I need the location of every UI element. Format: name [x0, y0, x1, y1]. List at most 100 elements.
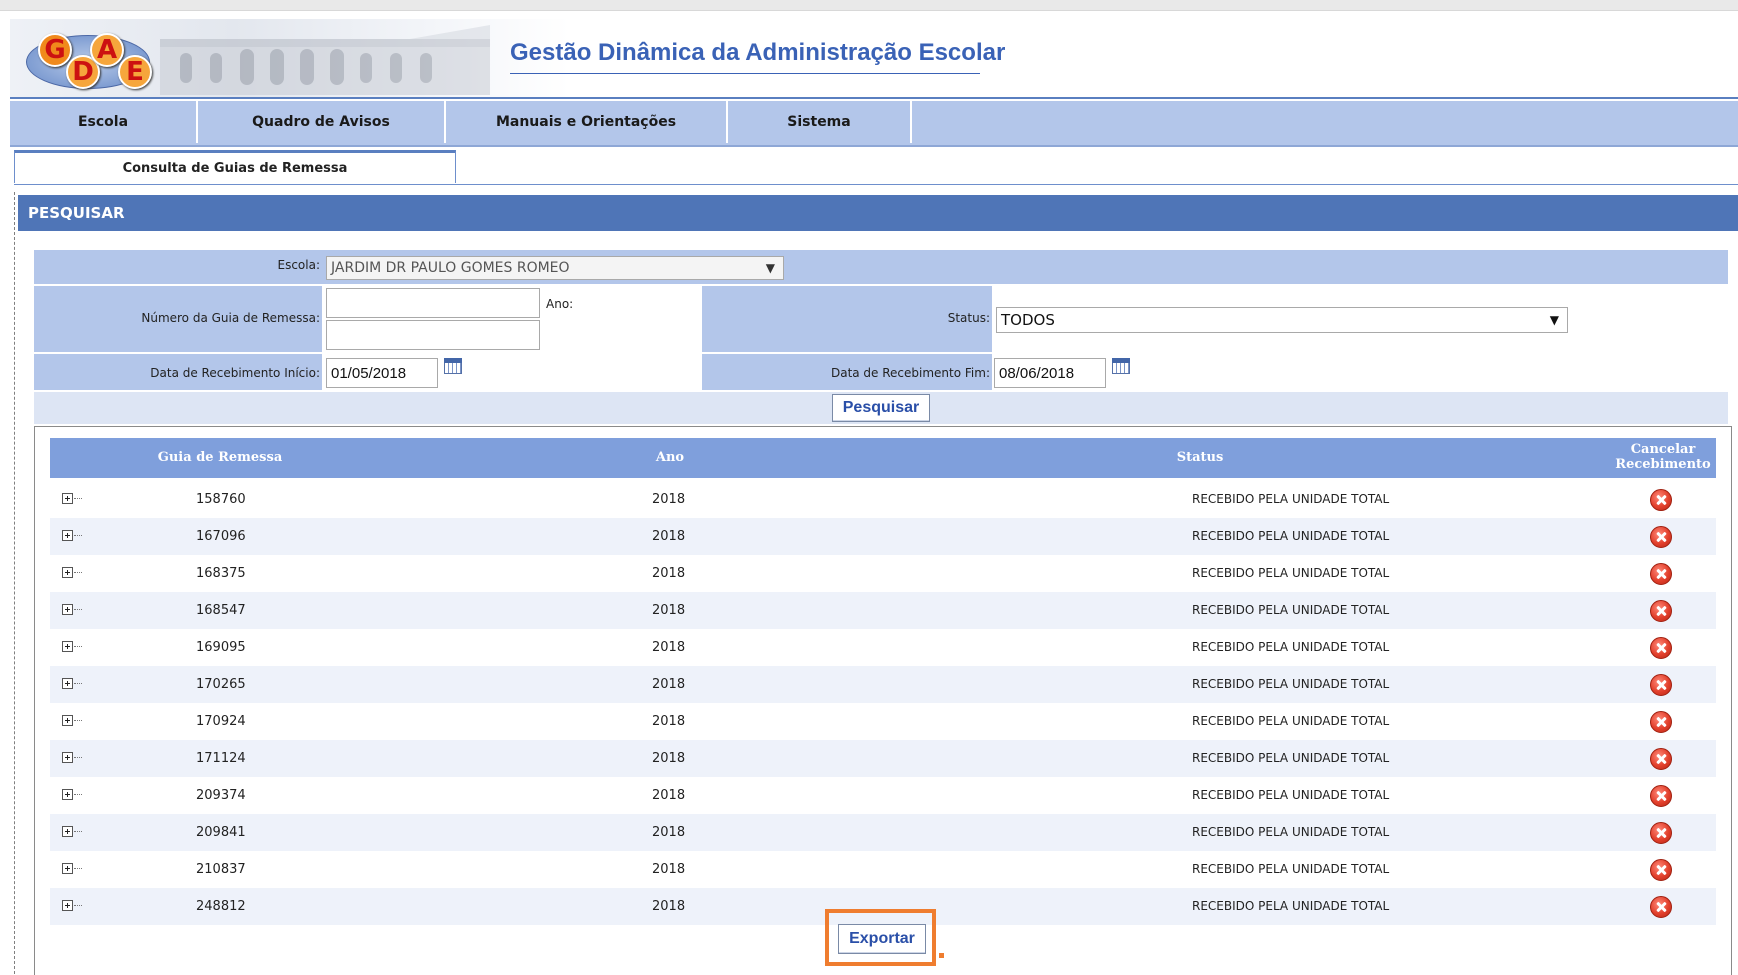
table-row: 167096 2018 RECEBIDO PELA UNIDADE TOTAL	[50, 518, 1716, 555]
escola-select-value: JARDIM DR PAULO GOMES ROMEO	[331, 260, 570, 276]
status-select-value: TODOS	[1001, 311, 1055, 329]
cancel-x-icon[interactable]	[1650, 785, 1672, 807]
cell-ano: 2018	[652, 714, 686, 729]
expand-plus-icon[interactable]	[62, 493, 73, 504]
col-header-cancelar-line2: Recebimento	[1615, 457, 1711, 472]
tab-strip: Consulta de Guias de Remessa	[14, 150, 1738, 185]
chevron-down-icon: ▼	[1549, 313, 1559, 327]
cell-ano: 2018	[652, 640, 686, 655]
cell-status: RECEBIDO PELA UNIDADE TOTAL	[1192, 825, 1390, 839]
calendar-icon[interactable]	[444, 358, 462, 374]
col-header-status: Status	[1176, 450, 1224, 465]
tree-connector	[74, 757, 82, 758]
exportar-button[interactable]: Exportar	[838, 924, 926, 954]
ano-label: Ano:	[546, 297, 574, 311]
tree-connector	[74, 905, 82, 906]
cell-guia: 209374	[196, 788, 246, 803]
tab-consulta-guias[interactable]: Consulta de Guias de Remessa	[14, 150, 456, 183]
results-table-header: Guia de Remessa Ano Status Cancelar Rece…	[50, 438, 1716, 478]
cell-ano: 2018	[652, 566, 686, 581]
title-underline	[510, 73, 980, 74]
ano-input[interactable]	[326, 320, 540, 350]
cell-ano: 2018	[652, 862, 686, 877]
nav-item-manuais[interactable]: Manuais e Orientações	[446, 101, 728, 143]
logo-letter-e: E	[118, 55, 152, 89]
expand-plus-icon[interactable]	[62, 900, 73, 911]
cell-ano: 2018	[652, 788, 686, 803]
cell-guia: 171124	[196, 751, 246, 766]
cancel-x-icon[interactable]	[1650, 563, 1672, 585]
browser-top-strip	[0, 0, 1738, 11]
cancel-x-icon[interactable]	[1650, 674, 1672, 696]
cell-status: RECEBIDO PELA UNIDADE TOTAL	[1192, 529, 1390, 543]
tree-connector	[74, 683, 82, 684]
col-header-ano: Ano	[655, 450, 685, 465]
expand-plus-icon[interactable]	[62, 752, 73, 763]
cell-status: RECEBIDO PELA UNIDADE TOTAL	[1192, 640, 1390, 654]
school-building-illustration	[160, 25, 490, 95]
tree-connector	[74, 794, 82, 795]
escola-select[interactable]: JARDIM DR PAULO GOMES ROMEO ▼	[326, 256, 784, 280]
logo-letter-g: G	[38, 33, 72, 67]
cancel-x-icon[interactable]	[1650, 748, 1672, 770]
expand-plus-icon[interactable]	[62, 641, 73, 652]
cell-status: RECEBIDO PELA UNIDADE TOTAL	[1192, 603, 1390, 617]
cell-ano: 2018	[652, 899, 686, 914]
tree-connector	[74, 498, 82, 499]
numero-guia-input[interactable]	[326, 288, 540, 318]
cell-ano: 2018	[652, 603, 686, 618]
cancel-x-icon[interactable]	[1650, 711, 1672, 733]
status-label: Status:	[947, 311, 990, 325]
cell-ano: 2018	[652, 751, 686, 766]
highlight-dot	[939, 953, 944, 958]
cell-status: RECEBIDO PELA UNIDADE TOTAL	[1192, 899, 1390, 913]
pesquisar-button[interactable]: Pesquisar	[832, 394, 930, 422]
table-row: 171124 2018 RECEBIDO PELA UNIDADE TOTAL	[50, 740, 1716, 777]
header-banner: G D A E	[10, 19, 570, 97]
expand-plus-icon[interactable]	[62, 530, 73, 541]
cancel-x-icon[interactable]	[1650, 822, 1672, 844]
main-nav: Escola Quadro de Avisos Manuais e Orient…	[10, 101, 1738, 147]
escola-label: Escola:	[277, 258, 320, 272]
table-row: 169095 2018 RECEBIDO PELA UNIDADE TOTAL	[50, 629, 1716, 666]
expand-plus-icon[interactable]	[62, 604, 73, 615]
tree-connector	[74, 609, 82, 610]
cell-ano: 2018	[652, 492, 686, 507]
cancel-x-icon[interactable]	[1650, 489, 1672, 511]
nav-item-quadro-de-avisos[interactable]: Quadro de Avisos	[198, 101, 446, 143]
cell-guia: 170924	[196, 714, 246, 729]
table-row: 168375 2018 RECEBIDO PELA UNIDADE TOTAL	[50, 555, 1716, 592]
cell-guia: 248812	[196, 899, 246, 914]
section-title-pesquisar: PESQUISAR	[18, 195, 1738, 231]
site-header: G D A E Gestão Dinâmica da Administração…	[10, 19, 1738, 99]
data-inicio-input[interactable]	[326, 358, 438, 388]
numero-guia-label: Número da Guia de Remessa:	[141, 311, 320, 325]
cancel-x-icon[interactable]	[1650, 600, 1672, 622]
expand-plus-icon[interactable]	[62, 567, 73, 578]
tree-connector	[74, 720, 82, 721]
table-row: 210837 2018 RECEBIDO PELA UNIDADE TOTAL	[50, 851, 1716, 888]
calendar-icon[interactable]	[1112, 358, 1130, 374]
cell-status: RECEBIDO PELA UNIDADE TOTAL	[1192, 862, 1390, 876]
expand-plus-icon[interactable]	[62, 863, 73, 874]
tree-connector	[74, 868, 82, 869]
table-row: 170924 2018 RECEBIDO PELA UNIDADE TOTAL	[50, 703, 1716, 740]
table-row: 168547 2018 RECEBIDO PELA UNIDADE TOTAL	[50, 592, 1716, 629]
status-select[interactable]: TODOS ▼	[996, 307, 1568, 333]
cell-status: RECEBIDO PELA UNIDADE TOTAL	[1192, 714, 1390, 728]
nav-item-sistema[interactable]: Sistema	[728, 101, 912, 143]
expand-plus-icon[interactable]	[62, 678, 73, 689]
gdae-logo: G D A E	[26, 25, 156, 91]
cancel-x-icon[interactable]	[1650, 859, 1672, 881]
cell-ano: 2018	[652, 677, 686, 692]
cancel-x-icon[interactable]	[1650, 637, 1672, 659]
expand-plus-icon[interactable]	[62, 826, 73, 837]
col-header-cancelar: Cancelar Recebimento	[1610, 438, 1716, 478]
expand-plus-icon[interactable]	[62, 715, 73, 726]
cancel-x-icon[interactable]	[1650, 896, 1672, 918]
expand-plus-icon[interactable]	[62, 789, 73, 800]
data-fim-input[interactable]	[994, 358, 1106, 388]
nav-item-escola[interactable]: Escola	[10, 101, 198, 143]
cancel-x-icon[interactable]	[1650, 526, 1672, 548]
cell-ano: 2018	[652, 529, 686, 544]
